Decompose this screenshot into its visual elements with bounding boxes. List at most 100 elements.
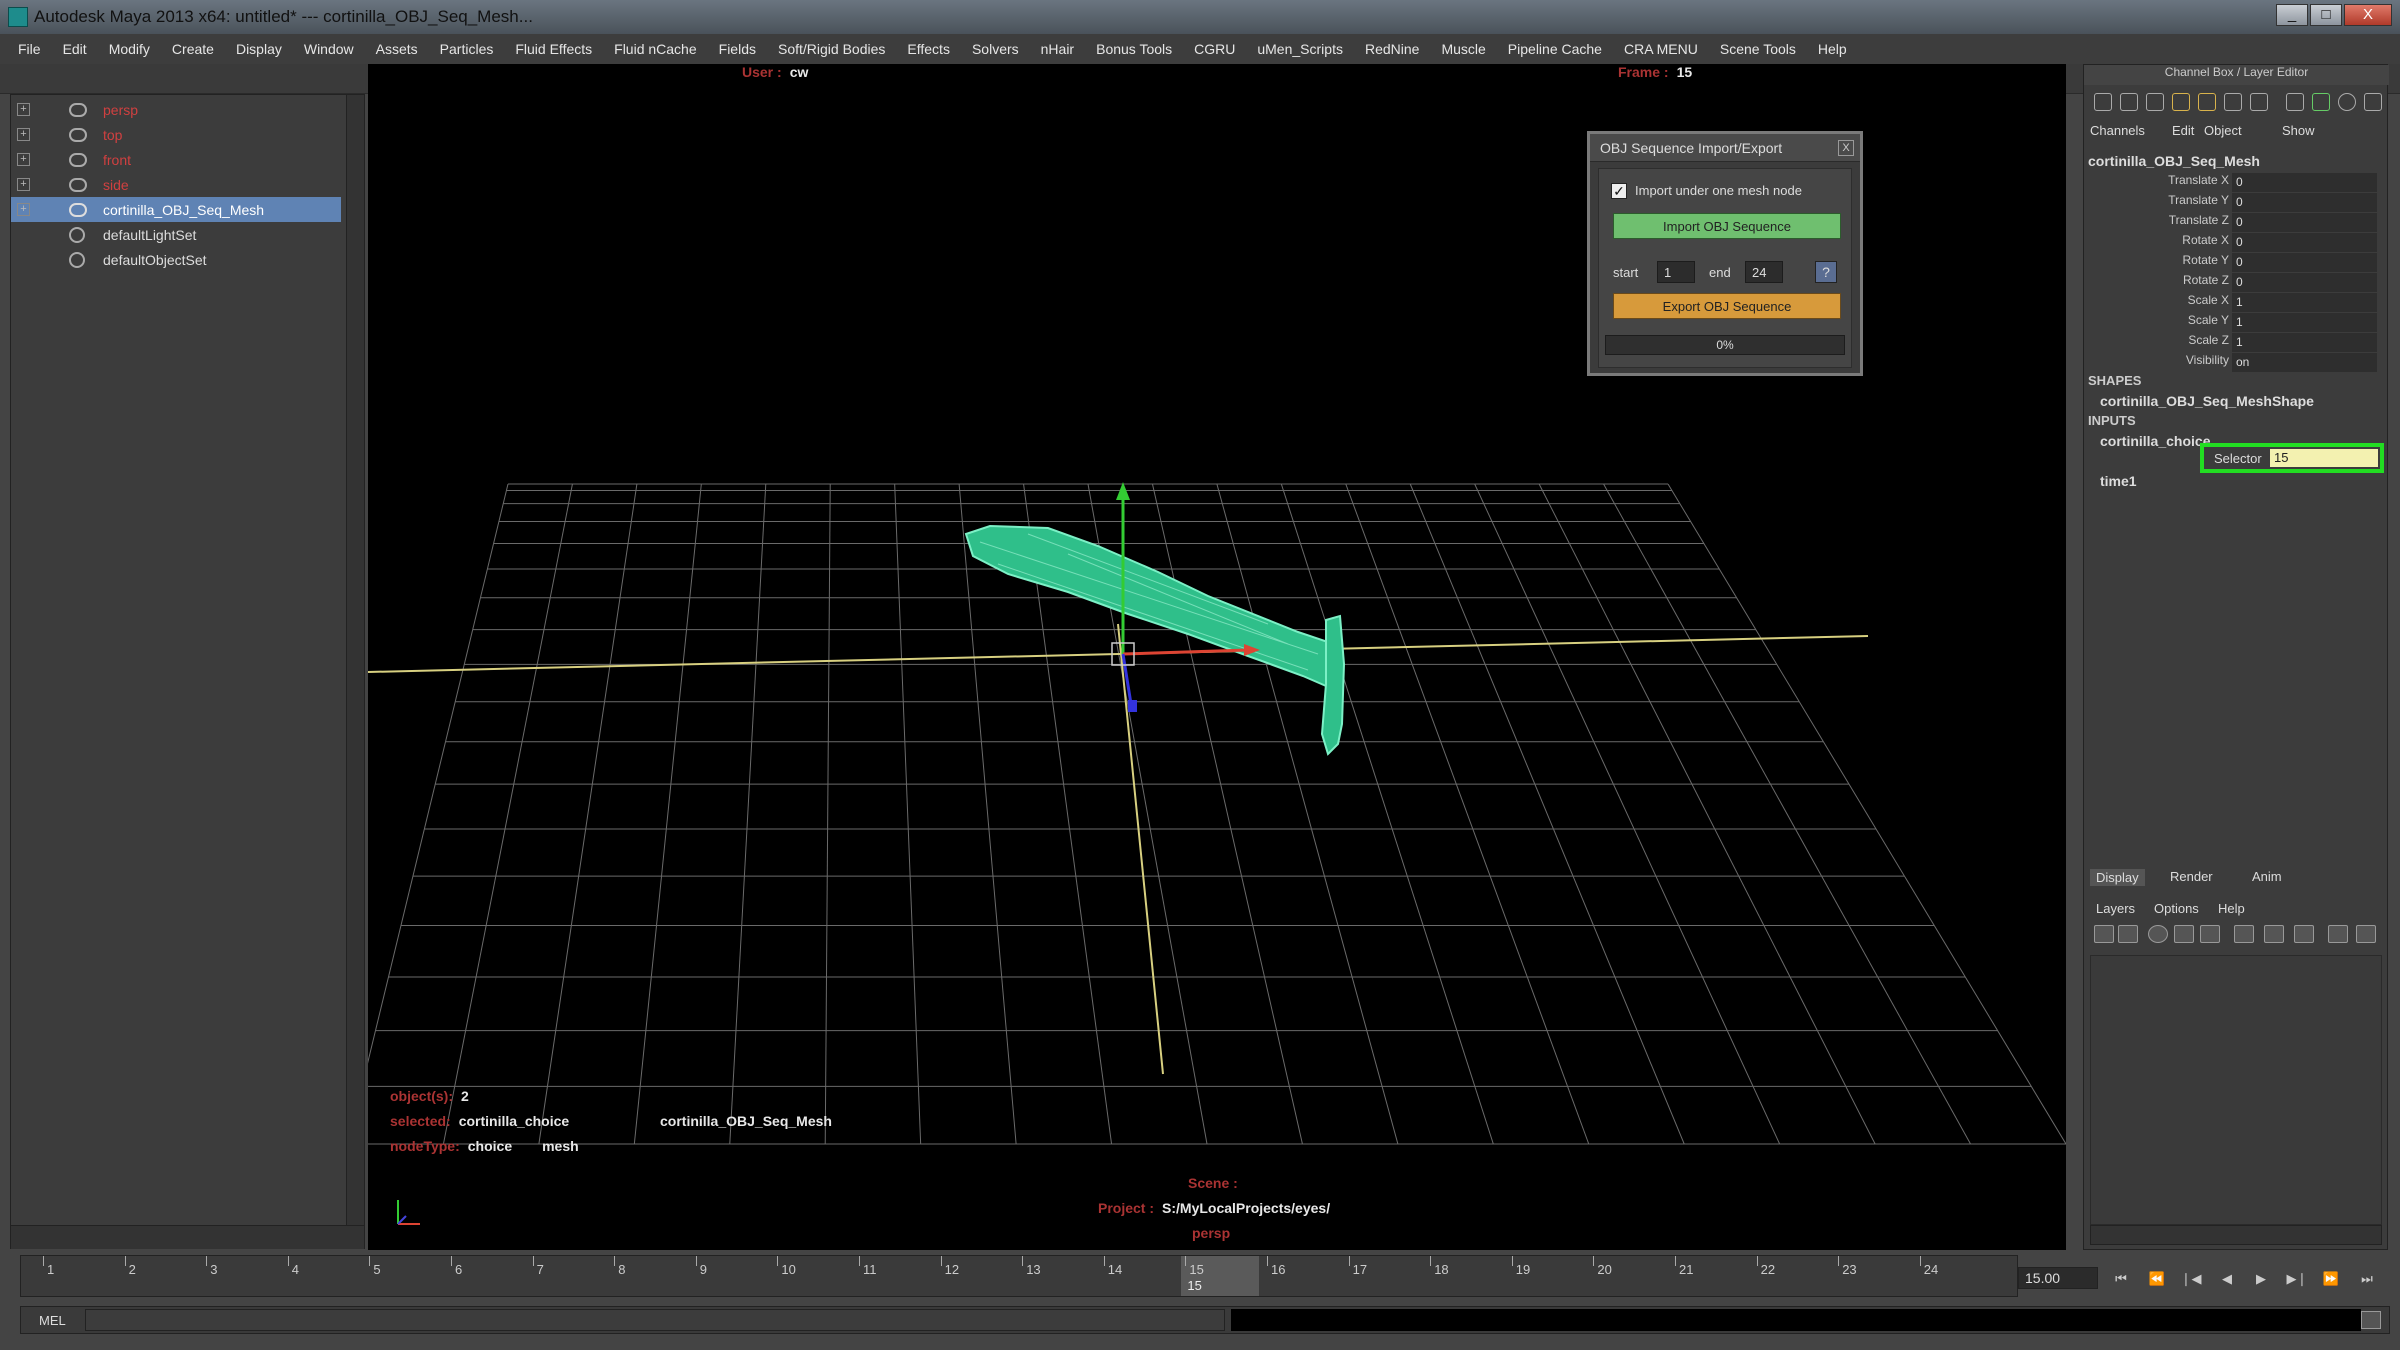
menu-display[interactable]: Display bbox=[236, 41, 282, 57]
outliner-item-front[interactable]: + front bbox=[11, 147, 341, 172]
close-window-button[interactable]: X bbox=[2344, 4, 2392, 26]
channel-value[interactable]: 1 bbox=[2232, 333, 2377, 352]
import-one-node-checkbox[interactable]: ✓ bbox=[1611, 183, 1627, 199]
menu-cra-menu[interactable]: CRA MENU bbox=[1624, 41, 1698, 57]
step-back-key-button[interactable]: ⏪ bbox=[2146, 1268, 2168, 1290]
channel-translate-y[interactable]: Translate Y0 bbox=[2084, 193, 2389, 213]
current-frame-field[interactable]: 15.00 bbox=[2018, 1267, 2098, 1289]
channel-value[interactable]: 1 bbox=[2232, 293, 2377, 312]
menu-create[interactable]: Create bbox=[172, 41, 214, 57]
new-layer-selected-icon[interactable] bbox=[2264, 925, 2284, 943]
outliner-item-default-light-set[interactable]: defaultLightSet bbox=[11, 222, 341, 247]
refresh-icon[interactable] bbox=[2338, 93, 2356, 111]
mesh-object[interactable] bbox=[964, 524, 1346, 756]
pin-icon[interactable] bbox=[2364, 93, 2382, 111]
step-forward-frame-button[interactable]: ▶❘ bbox=[2286, 1268, 2308, 1290]
channel-rotate-y[interactable]: Rotate Y0 bbox=[2084, 253, 2389, 273]
menu-solvers[interactable]: Solvers bbox=[972, 41, 1019, 57]
input-node-choice[interactable]: cortinilla_choice bbox=[2100, 433, 2210, 449]
layers-icon[interactable] bbox=[2250, 93, 2268, 111]
layer-member-icon[interactable] bbox=[2174, 925, 2194, 943]
menu-fluid-ncache[interactable]: Fluid nCache bbox=[614, 41, 697, 57]
menu-fluid-effects[interactable]: Fluid Effects bbox=[515, 41, 592, 57]
end-frame-field[interactable]: 24 bbox=[1745, 261, 1783, 283]
channel-box-menu-channels[interactable]: Channels bbox=[2090, 123, 2145, 138]
layer-menu-options[interactable]: Options bbox=[2154, 901, 2199, 916]
channel-scale-z[interactable]: Scale Z1 bbox=[2084, 333, 2389, 353]
menu-muscle[interactable]: Muscle bbox=[1441, 41, 1485, 57]
new-layer-icon[interactable] bbox=[2234, 925, 2254, 943]
channel-value[interactable]: 0 bbox=[2232, 193, 2377, 212]
menu-file[interactable]: File bbox=[18, 41, 41, 57]
menu-fields[interactable]: Fields bbox=[719, 41, 756, 57]
selector-value-field[interactable]: 15 bbox=[2270, 449, 2378, 467]
expand-icon[interactable]: + bbox=[17, 128, 30, 141]
input-node-time[interactable]: time1 bbox=[2100, 473, 2137, 489]
time-slider[interactable]: 1 2 3 4 5 6 7 8 9 10 11 12 13 14 15 16 17 18 19 20 21 22 23 24 … bbox=[20, 1255, 2018, 1297]
step-back-frame-button[interactable]: ❘◀ bbox=[2180, 1268, 2202, 1290]
expand-icon[interactable]: + bbox=[17, 103, 30, 116]
modeling-toolkit-icon[interactable] bbox=[2312, 93, 2330, 111]
layer-list[interactable] bbox=[2090, 955, 2382, 1225]
lock-icon[interactable] bbox=[2172, 93, 2190, 111]
channel-value[interactable]: 0 bbox=[2232, 213, 2377, 232]
expand-icon[interactable]: + bbox=[17, 178, 30, 191]
menu-modify[interactable]: Modify bbox=[109, 41, 150, 57]
menu-effects[interactable]: Effects bbox=[907, 41, 950, 57]
play-backwards-button[interactable]: ◀ bbox=[2216, 1268, 2238, 1290]
shape-node-name[interactable]: cortinilla_OBJ_Seq_MeshShape bbox=[2100, 393, 2314, 409]
channel-value[interactable]: 0 bbox=[2232, 233, 2377, 252]
tab-render[interactable]: Render bbox=[2170, 869, 2213, 884]
layer-menu-help[interactable]: Help bbox=[2218, 901, 2245, 916]
maximize-button[interactable]: □ bbox=[2310, 4, 2342, 26]
channel-translate-x[interactable]: Translate X0 bbox=[2084, 173, 2389, 193]
menu-pipeline-cache[interactable]: Pipeline Cache bbox=[1508, 41, 1602, 57]
channel-value[interactable]: 0 bbox=[2232, 273, 2377, 292]
layer-visibility-icon[interactable] bbox=[2094, 925, 2114, 943]
menu-window[interactable]: Window bbox=[304, 41, 354, 57]
folder-icon[interactable] bbox=[2198, 93, 2216, 111]
menu-bonus-tools[interactable]: Bonus Tools bbox=[1096, 41, 1172, 57]
layer-delete-icon[interactable] bbox=[2200, 925, 2220, 943]
expand-icon[interactable]: + bbox=[17, 153, 30, 166]
layer-editor-scrollbar[interactable] bbox=[2090, 1225, 2382, 1245]
channel-scale-x[interactable]: Scale X1 bbox=[2084, 293, 2389, 313]
tool-settings-icon[interactable] bbox=[2224, 93, 2242, 111]
menu-particles[interactable]: Particles bbox=[440, 41, 494, 57]
attribute-editor-icon[interactable] bbox=[2146, 93, 2164, 111]
menu-soft-rigid-bodies[interactable]: Soft/Rigid Bodies bbox=[778, 41, 885, 57]
channel-value[interactable]: on bbox=[2232, 353, 2377, 372]
outliner-item-cortinilla-mesh[interactable]: + cortinilla_OBJ_Seq_Mesh bbox=[11, 197, 341, 222]
menu-rednine[interactable]: RedNine bbox=[1365, 41, 1419, 57]
channel-visibility[interactable]: Visibility on bbox=[2084, 353, 2389, 373]
play-forwards-button[interactable]: ▶ bbox=[2250, 1268, 2272, 1290]
channel-box-menu-show[interactable]: Show bbox=[2282, 123, 2315, 138]
channel-value[interactable]: 1 bbox=[2232, 313, 2377, 332]
go-to-end-button[interactable]: ⏭ bbox=[2356, 1268, 2378, 1290]
step-forward-key-button[interactable]: ⏩ bbox=[2320, 1268, 2342, 1290]
import-obj-sequence-button[interactable]: Import OBJ Sequence bbox=[1613, 213, 1841, 239]
start-frame-field[interactable]: 1 bbox=[1657, 261, 1695, 283]
menu-edit[interactable]: Edit bbox=[63, 41, 87, 57]
outliner-item-side[interactable]: + side bbox=[11, 172, 341, 197]
outliner-vertical-scrollbar[interactable] bbox=[346, 95, 364, 1225]
dialog-close-button[interactable]: X bbox=[1838, 140, 1854, 156]
layer-menu-layers[interactable]: Layers bbox=[2096, 901, 2135, 916]
mel-label[interactable]: MEL bbox=[39, 1313, 66, 1328]
outliner-item-persp[interactable]: + persp bbox=[11, 97, 341, 122]
expand-icon[interactable]: + bbox=[17, 203, 30, 216]
render-view-icon[interactable] bbox=[2286, 93, 2304, 111]
layer-move-down-icon[interactable] bbox=[2356, 925, 2376, 943]
tab-display[interactable]: Display bbox=[2090, 869, 2145, 886]
layer-list-icon[interactable] bbox=[2118, 925, 2138, 943]
tab-anim[interactable]: Anim bbox=[2252, 869, 2282, 884]
outliner-item-top[interactable]: + top bbox=[11, 122, 341, 147]
menu-umen-scripts[interactable]: uMen_Scripts bbox=[1257, 41, 1343, 57]
channel-box-menu-object[interactable]: Object bbox=[2204, 123, 2242, 138]
go-to-start-button[interactable]: ⏮ bbox=[2110, 1268, 2132, 1290]
channel-value[interactable]: 0 bbox=[2232, 173, 2377, 192]
layer-move-up-icon[interactable] bbox=[2328, 925, 2348, 943]
channel-rotate-x[interactable]: Rotate X0 bbox=[2084, 233, 2389, 253]
minimize-button[interactable]: _ bbox=[2276, 4, 2308, 26]
channel-translate-z[interactable]: Translate Z0 bbox=[2084, 213, 2389, 233]
